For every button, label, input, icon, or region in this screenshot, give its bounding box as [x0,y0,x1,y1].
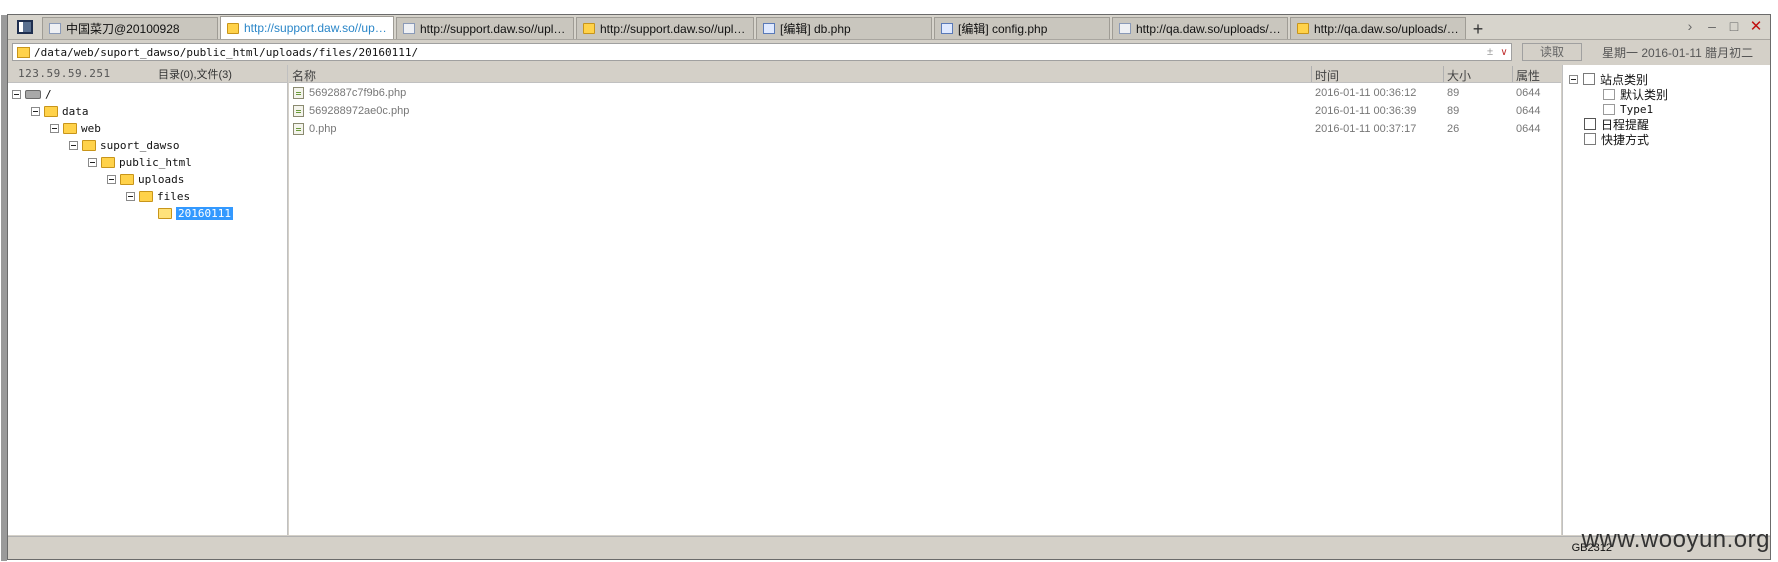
tab-bar: 中国菜刀@20100928 http://support.daw.so//upl… [8,15,1770,40]
tree-item-default-category[interactable]: 默认类别 [1603,86,1668,102]
document-icon [763,23,775,34]
collapse-toggle-icon[interactable] [31,106,40,116]
app-logo-icon [17,20,33,34]
watermark: www.wooyun.org [1581,526,1770,553]
tab-qa-uploads-1[interactable]: http://qa.daw.so/uploads/file... [1112,17,1288,39]
server-ip: 123.59.59.251 [18,67,111,80]
path-field: ± ∨ [12,43,1512,61]
page-icon [1603,88,1615,100]
page-icon [403,23,415,34]
chevron-down-icon[interactable]: ∨ [1497,47,1511,58]
tab-file-manager-active[interactable]: http://support.daw.so//uploa... [220,16,394,39]
path-input[interactable] [34,44,1483,60]
tree-item-data[interactable]: data [31,103,89,119]
date-display: 星期一 2016-01-11 腊月初二 [1602,45,1754,60]
status-bar: GB2312 [8,536,1770,559]
file-row[interactable]: 5692887c7f9b6.php 2016-01-11 00:36:12 89… [289,84,1561,102]
folder-icon [44,105,58,117]
collapse-toggle-icon[interactable] [88,157,97,167]
file-size: 26 [1447,123,1460,135]
php-file-icon [293,105,304,117]
tree-item-shortcuts[interactable]: 快捷方式 [1584,131,1649,147]
sort-icon[interactable]: ± [1483,46,1497,58]
file-time: 2016-01-11 00:36:12 [1315,87,1417,99]
address-bar: ± ∨ 读取 星期一 2016-01-11 腊月初二 [8,41,1770,63]
site-category-panel: 站点类别 默认类别 Type1 日程提醒 快捷方式 [1562,65,1770,535]
file-time: 2016-01-11 00:37:17 [1315,123,1417,135]
tree-item-uploads[interactable]: uploads [107,171,184,187]
item-counts: 目录(0),文件(3) [158,68,232,81]
collapse-toggle-icon[interactable] [12,89,21,99]
read-button[interactable]: 读取 [1522,43,1582,61]
page-icon [49,23,61,34]
file-name: 569288972ae0c.php [309,105,410,117]
chevron-right-icon[interactable]: › [1682,18,1698,34]
column-size[interactable]: 大小 [1444,67,1471,84]
file-list-header: 名称 时间 大小 属性 [289,65,1561,83]
tab-file-manager-3[interactable]: http://support.daw.so//uploa... [576,17,754,39]
app-menu-button[interactable] [12,16,38,38]
folder-icon [101,156,115,168]
collapse-toggle-icon[interactable] [69,140,78,150]
document-icon [941,23,953,34]
file-size: 89 [1447,105,1460,117]
window-controls: › ‒ □ ✕ [1682,18,1764,35]
column-attr[interactable]: 属性 [1513,67,1540,84]
tree-item-files[interactable]: files [126,188,190,204]
folder-icon [1297,23,1309,34]
directory-tree-panel: 123.59.59.251 目录(0),文件(3) / data web sup… [8,65,288,535]
tab-edit-config-php[interactable]: [编辑] config.php [934,17,1110,39]
folder-open-icon [158,207,172,219]
app-window: 中国菜刀@20100928 http://support.daw.so//upl… [1,14,1771,561]
folder-icon [227,22,239,34]
calendar-icon [1584,118,1596,130]
file-attr: 0644 [1516,105,1541,117]
file-name: 0.php [309,123,337,135]
drive-icon [25,89,41,99]
folder-icon [120,173,134,185]
minimize-icon[interactable]: ‒ [1704,18,1720,34]
file-time: 2016-01-11 00:36:39 [1315,105,1417,117]
close-icon[interactable]: ✕ [1748,18,1764,35]
folder-icon [82,139,96,151]
php-file-icon [293,123,304,135]
page-icon [1119,23,1131,34]
page-icon [1603,103,1615,115]
file-attr: 0644 [1516,87,1541,99]
shortcut-icon [1584,133,1596,145]
folder-icon [583,23,595,34]
file-name: 5692887c7f9b6.php [309,87,407,99]
folder-icon [17,46,30,58]
tree-item-web[interactable]: web [50,120,101,136]
file-attr: 0644 [1516,123,1541,135]
column-name[interactable]: 名称 [289,67,316,84]
tab-qa-uploads-2[interactable]: http://qa.daw.so/uploads/file... [1290,17,1466,39]
folder-icon [139,190,153,202]
tree-item-public-html[interactable]: public_html [88,154,192,170]
tab-edit-db-php[interactable]: [编辑] db.php [756,17,932,39]
tree-item-suport-dawso[interactable]: suport_dawso [69,137,179,153]
server-info-bar: 123.59.59.251 目录(0),文件(3) [8,65,287,83]
collapse-toggle-icon[interactable] [126,191,135,201]
tab-file-manager-2[interactable]: http://support.daw.so//uploa... [396,17,574,39]
new-tab-plus-icon[interactable]: + [1468,19,1488,39]
file-list-panel: 名称 时间 大小 属性 5692887c7f9b6.php 2016-01-11… [289,65,1561,535]
file-row[interactable]: 0.php 2016-01-11 00:37:17 26 0644 [289,120,1561,138]
collapse-toggle-icon[interactable] [50,123,59,133]
folder-icon [63,122,77,134]
collapse-toggle-icon[interactable] [1569,74,1578,84]
file-size: 89 [1447,87,1460,99]
maximize-icon[interactable]: □ [1726,18,1742,34]
tree-item-root[interactable]: / [12,86,52,102]
php-file-icon [293,87,304,99]
category-icon [1583,73,1595,85]
tab-home[interactable]: 中国菜刀@20100928 [42,17,218,39]
collapse-toggle-icon[interactable] [107,174,116,184]
column-time[interactable]: 时间 [1312,67,1339,84]
tree-item-20160111[interactable]: 20160111 [158,205,233,221]
file-row[interactable]: 569288972ae0c.php 2016-01-11 00:36:39 89… [289,102,1561,120]
